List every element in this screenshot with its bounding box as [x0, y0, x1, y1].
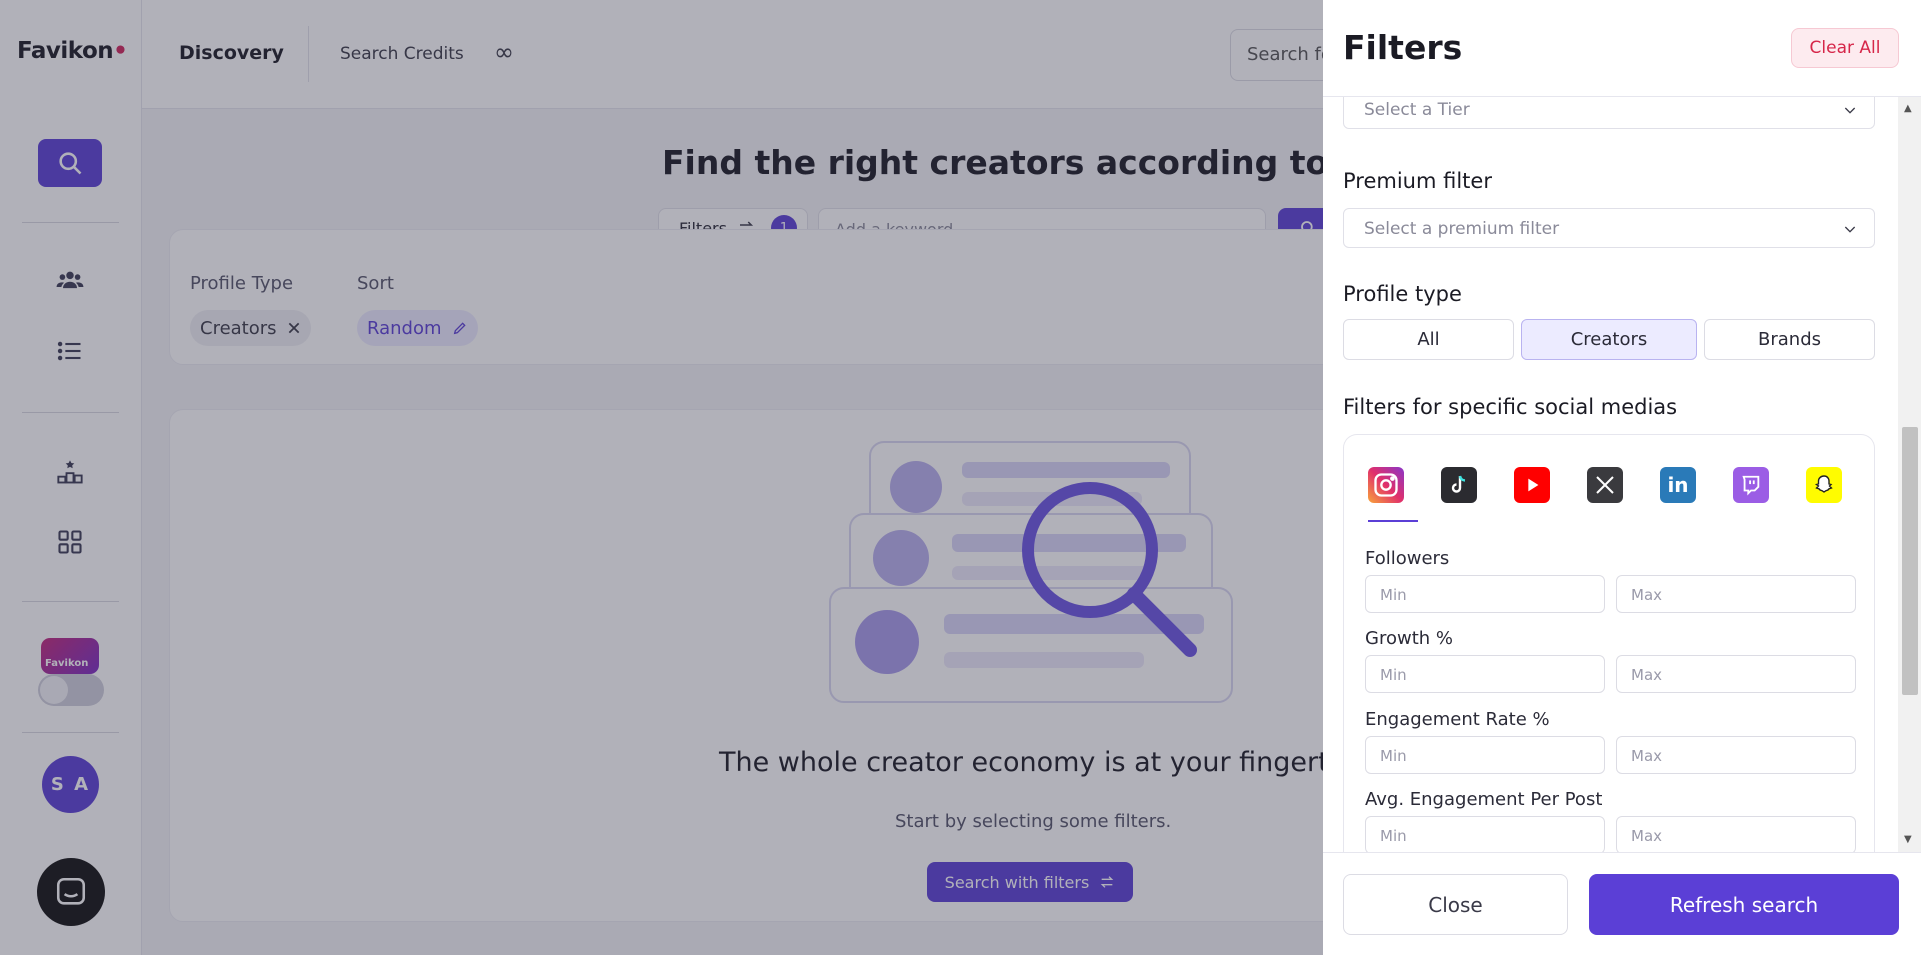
drawer-footer: Close Refresh search: [1323, 852, 1921, 955]
modal-overlay[interactable]: [0, 0, 1323, 955]
profile-type-creators[interactable]: Creators: [1521, 319, 1697, 360]
profile-type-all[interactable]: All: [1343, 319, 1514, 360]
growth-max-input[interactable]: Max: [1616, 655, 1856, 693]
filters-drawer: Filters Clear All Select a Tier Premium …: [1323, 0, 1921, 955]
tiktok-icon[interactable]: [1441, 467, 1477, 503]
drawer-body: Select a Tier Premium filter Select a pr…: [1323, 97, 1921, 852]
linkedin-icon[interactable]: in: [1660, 467, 1696, 503]
avg-engagement-max-input[interactable]: Max: [1616, 816, 1856, 852]
social-filters-label: Filters for specific social medias: [1343, 395, 1678, 419]
engagement-rate-min-input[interactable]: Min: [1365, 736, 1605, 774]
twitch-icon[interactable]: [1733, 467, 1769, 503]
premium-filter-select[interactable]: Select a premium filter: [1343, 208, 1875, 248]
scroll-down-icon[interactable]: ▼: [1904, 834, 1912, 845]
avg-engagement-label: Avg. Engagement Per Post: [1365, 789, 1603, 810]
chevron-down-icon: [1844, 107, 1856, 114]
scroll-up-icon[interactable]: ▲: [1904, 103, 1912, 114]
x-icon[interactable]: [1587, 467, 1623, 503]
youtube-icon[interactable]: [1514, 467, 1550, 503]
profile-type-brands[interactable]: Brands: [1704, 319, 1875, 360]
social-tab-indicator: [1368, 520, 1418, 522]
growth-label: Growth %: [1365, 628, 1453, 649]
social-filters-card: in Followers Min Max Growth % Min Max En…: [1343, 434, 1875, 852]
engagement-rate-max-input[interactable]: Max: [1616, 736, 1856, 774]
close-button[interactable]: Close: [1343, 874, 1568, 935]
engagement-rate-label: Engagement Rate %: [1365, 709, 1550, 730]
followers-label: Followers: [1365, 548, 1450, 569]
drawer-title: Filters: [1343, 28, 1463, 67]
snapchat-icon[interactable]: [1806, 467, 1842, 503]
clear-all-button[interactable]: Clear All: [1791, 28, 1899, 68]
profile-type-label: Profile type: [1343, 282, 1462, 306]
followers-min-input[interactable]: Min: [1365, 575, 1605, 613]
scroll-thumb[interactable]: [1902, 427, 1918, 695]
tier-select[interactable]: Select a Tier: [1343, 97, 1875, 129]
drawer-header: Filters Clear All: [1323, 0, 1921, 97]
instagram-icon[interactable]: [1368, 467, 1404, 503]
followers-max-input[interactable]: Max: [1616, 575, 1856, 613]
chevron-down-icon: [1844, 226, 1856, 233]
growth-min-input[interactable]: Min: [1365, 655, 1605, 693]
refresh-search-button[interactable]: Refresh search: [1589, 874, 1899, 935]
drawer-scrollbar[interactable]: ▲ ▼: [1898, 97, 1921, 852]
premium-filter-label: Premium filter: [1343, 169, 1492, 193]
avg-engagement-min-input[interactable]: Min: [1365, 816, 1605, 852]
